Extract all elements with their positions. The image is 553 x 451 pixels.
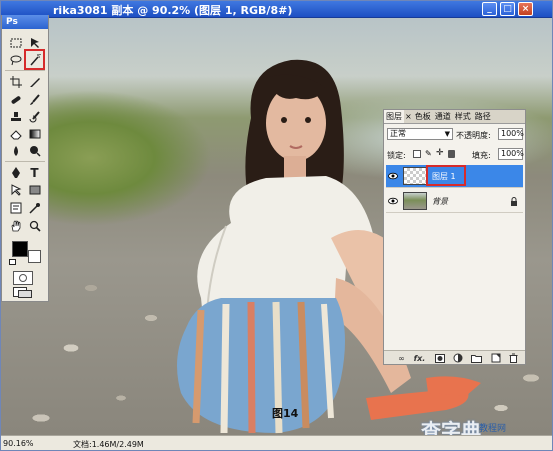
brush-icon[interactable] [27,92,42,107]
move-tool-icon[interactable] [27,35,42,50]
minimize-button[interactable]: _ [482,2,497,16]
title-bar: rika3081 副本 @ 90.2% (图层 1, RGB/8#) _ □ × [1,1,552,18]
layer-highlight-box [426,165,466,186]
lasso-icon[interactable] [8,52,23,67]
link-icon[interactable]: ∞ [396,353,407,363]
close-button[interactable]: × [518,2,533,16]
rectangular-marquee-icon[interactable] [8,35,23,50]
panel-tabs: 图层 × 色板 通道 样式 路径 [384,110,525,124]
zoom-level[interactable]: 90.16% [3,439,34,448]
clone-stamp-icon[interactable] [8,109,23,124]
fx-icon[interactable]: fx. [414,353,426,363]
hand-icon[interactable] [8,218,23,233]
background-color-swatch[interactable] [28,250,41,263]
layer-name[interactable]: 背景 [432,196,448,207]
layers-panel: 图层 × 色板 通道 样式 路径 正常 ▼ 不透明度: 100% 锁定: ✎ ✛ 填充: … [383,109,526,365]
status-bar: 90.16% 文档:1.46M/2.49M [1,435,552,450]
layer-row-background[interactable]: 背景 [386,190,523,213]
app-badge: Ps [2,15,48,29]
watermark-text: 教程网 [479,424,507,434]
toolbox-panel: Ps T [1,15,49,302]
default-colors-icon[interactable] [9,259,16,265]
layer-thumbnail [403,167,427,185]
chevron-down-icon: ▼ [444,130,450,138]
foreground-color-swatch[interactable] [12,241,28,257]
lock-paint-icon[interactable]: ✎ [425,149,432,158]
tab-layers[interactable]: 图层 [384,110,404,123]
pen-icon[interactable] [8,165,23,180]
adjustment-icon[interactable] [452,353,463,363]
eyedropper-icon[interactable] [27,200,42,215]
quick-mask-icon[interactable] [13,271,33,285]
tab-channels[interactable]: 通道 [433,110,453,123]
notes-icon[interactable] [8,200,23,215]
new-layer-icon[interactable] [490,353,501,363]
trash-icon[interactable] [508,353,519,363]
opacity-value: 100% [501,129,524,138]
document-info: 文档:1.46M/2.49M [73,440,144,449]
figure-caption: 图14 [272,407,299,420]
window-title: rika3081 副本 @ 90.2% (图层 1, RGB/8#) [53,4,293,17]
path-selection-icon[interactable] [8,182,23,197]
lock-transparency-icon[interactable] [413,150,421,158]
layer-thumbnail [403,192,427,210]
dodge-icon[interactable] [27,143,42,158]
photoshop-window: rika3081 副本 @ 90.2% (图层 1, RGB/8#) _ □ ×… [0,0,553,451]
tab-swatches[interactable]: 色板 [413,110,433,123]
blend-mode-select[interactable]: 正常 ▼ [387,128,453,140]
zoom-icon[interactable] [27,218,42,233]
fill-label: 填充: [472,151,491,160]
gradient-icon[interactable] [27,126,42,141]
eraser-icon[interactable] [8,126,23,141]
lock-icon [511,197,517,206]
lock-label: 锁定: [387,151,406,160]
tab-paths[interactable]: 路径 [473,110,493,123]
opacity-label: 不透明度: [456,131,491,140]
slice-icon[interactable] [27,74,42,89]
healing-brush-icon[interactable] [8,92,23,107]
type-icon[interactable]: T [27,165,42,180]
eye-icon[interactable] [388,171,398,181]
crop-icon[interactable] [8,74,23,89]
panel-bottom-bar: ∞ fx. [384,350,525,364]
history-brush-icon[interactable] [27,109,42,124]
shape-icon[interactable] [27,182,42,197]
lock-all-icon[interactable] [448,150,455,158]
lock-position-icon[interactable]: ✛ [436,148,444,158]
screen-mode-icon[interactable] [13,287,35,298]
fill-value: 100% [501,149,524,158]
blend-mode-value: 正常 [390,129,406,138]
folder-icon[interactable] [471,353,482,363]
mask-icon[interactable] [434,353,445,363]
blur-icon[interactable] [8,143,23,158]
maximize-button[interactable]: □ [500,2,515,16]
magic-wand-icon[interactable] [24,49,45,70]
eye-icon[interactable] [388,196,398,206]
tab-close-icon[interactable]: × [404,111,413,123]
tab-styles[interactable]: 样式 [453,110,473,123]
opacity-input[interactable]: 100% [498,128,524,140]
fill-input[interactable]: 100% [498,148,524,160]
